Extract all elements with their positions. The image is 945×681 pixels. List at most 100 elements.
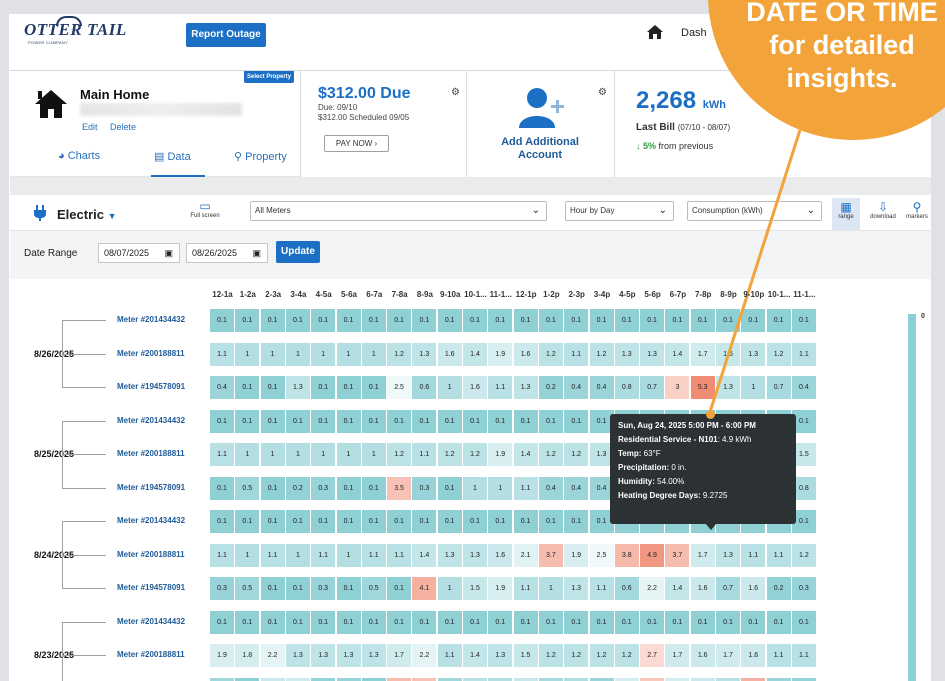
meter-label[interactable]: Meter #201434432 [117, 516, 185, 525]
hour-header[interactable]: 11-1... [488, 290, 513, 299]
heatmap-cell[interactable]: 1 [437, 577, 462, 600]
meter-label[interactable]: Meter #201434432 [117, 315, 185, 324]
heatmap-cell[interactable]: 1 [741, 376, 766, 399]
heatmap-cell[interactable]: 0.1 [437, 309, 462, 332]
heatmap-cell[interactable]: 1.1 [791, 644, 816, 667]
heatmap-cell[interactable]: 0.7 [766, 376, 791, 399]
tab-data[interactable]: ▤ Data [154, 150, 191, 163]
heatmap-cell[interactable]: 1.1 [564, 342, 589, 366]
heatmap-cell[interactable]: 0.1 [437, 610, 462, 634]
heatmap-cell[interactable]: 0.4 [766, 677, 791, 681]
heatmap-cell[interactable]: 0.1 [260, 376, 285, 399]
heatmap-cell[interactable]: 0.1 [437, 409, 462, 433]
heatmap-cell[interactable]: 0.1 [766, 309, 791, 332]
heatmap-cell[interactable]: 1 [463, 476, 487, 500]
heatmap-cell[interactable]: 0.1 [463, 510, 487, 533]
heatmap-cell[interactable]: 3.3 [640, 677, 665, 681]
heatmap-cell[interactable]: 0.3 [210, 577, 234, 600]
heatmap-cell[interactable]: 0.4 [791, 376, 816, 399]
update-button[interactable]: Update [276, 241, 320, 263]
heatmap-cell[interactable]: 0.1 [235, 677, 260, 681]
heatmap-cell[interactable]: 1 [361, 342, 386, 366]
heatmap-cell[interactable]: 1 [235, 342, 260, 366]
heatmap-cell[interactable]: 1 [260, 443, 285, 466]
hour-header[interactable]: 3-4p [590, 290, 615, 299]
heatmap-cell[interactable]: 4.1 [412, 577, 437, 600]
heatmap-cell[interactable]: 1.6 [260, 677, 285, 681]
heatmap-cell[interactable]: 1.6 [741, 577, 766, 600]
heatmap-cell[interactable]: 1.6 [513, 342, 538, 366]
heatmap-cell[interactable]: 1.4 [665, 342, 690, 366]
pay-now-button[interactable]: PAY NOW › [324, 135, 389, 152]
hour-header[interactable]: 8-9p [716, 290, 741, 299]
heatmap-cell[interactable]: 2.1 [513, 543, 538, 567]
heatmap-cell[interactable]: 1.1 [513, 577, 538, 600]
heatmap-cell[interactable]: 0.1 [387, 309, 412, 332]
heatmap-cell[interactable]: 0.1 [235, 510, 260, 533]
heatmap-cell[interactable]: 0.2 [285, 476, 310, 500]
heatmap-cell[interactable]: 1.2 [437, 443, 462, 466]
heatmap-cell[interactable]: 1.3 [741, 342, 766, 366]
heatmap-cell[interactable]: 0.1 [387, 577, 412, 600]
heatmap-cell[interactable]: 1.6 [690, 644, 715, 667]
heatmap-cell[interactable]: 1.5 [463, 577, 487, 600]
heatmap-cell[interactable]: 0.2 [311, 677, 336, 681]
heatmap-cell[interactable]: 0.7 [716, 577, 740, 600]
heatmap-cell[interactable]: 1.5 [513, 644, 538, 667]
heatmap-cell[interactable]: 1.3 [437, 543, 462, 567]
heatmap-cell[interactable]: 1.3 [361, 644, 386, 667]
heatmap-cell[interactable]: 0.1 [361, 510, 386, 533]
heatmap-cell[interactable]: 1.2 [766, 342, 791, 366]
heatmap-cell[interactable]: 1.1 [766, 543, 791, 567]
heatmap-cell[interactable]: 0.8 [614, 376, 639, 399]
heatmap-cell[interactable]: 0.7 [538, 677, 563, 681]
heatmap-cell[interactable]: 1 [336, 342, 361, 366]
heatmap-cell[interactable]: 1.7 [716, 644, 740, 667]
heatmap-cell[interactable]: 1.1 [210, 342, 234, 366]
hour-header[interactable]: 9-10a [438, 290, 463, 299]
heatmap-cell[interactable]: 1.3 [716, 543, 740, 567]
heatmap-cell[interactable]: 0.1 [463, 610, 487, 634]
heatmap-cell[interactable]: 0.1 [336, 376, 361, 399]
heatmap-cell[interactable]: 1.4 [412, 543, 437, 567]
heatmap-cell[interactable]: 0.1 [538, 409, 563, 433]
heatmap-cell[interactable]: 2.7 [640, 644, 665, 667]
heatmap-cell[interactable]: 1 [437, 376, 462, 399]
heatmap-cell[interactable]: 1.1 [311, 543, 336, 567]
download-button[interactable]: ⇩ download [866, 200, 900, 220]
meter-label[interactable]: Meter #200188811 [117, 650, 185, 659]
heatmap-cell[interactable]: 1.3 [285, 376, 310, 399]
heatmap-cell[interactable]: 0.1 [285, 610, 310, 634]
heatmap-cell[interactable]: 0.1 [235, 309, 260, 332]
heatmap-cell[interactable]: 1.2 [614, 644, 639, 667]
heatmap-cell[interactable]: 0.1 [210, 510, 234, 533]
heatmap-cell[interactable]: 1.6 [741, 644, 766, 667]
heatmap-cell[interactable]: 0.1 [361, 376, 386, 399]
heatmap-cell[interactable]: 0.1 [513, 510, 538, 533]
heatmap-cell[interactable]: 0.1 [235, 409, 260, 433]
heatmap-cell[interactable]: 1.1 [412, 443, 437, 466]
heatmap-cell[interactable]: 0.4 [589, 677, 614, 681]
heatmap-cell[interactable]: 1.8 [614, 677, 639, 681]
heatmap-cell[interactable]: 1.1 [387, 543, 412, 567]
meter-label[interactable]: Meter #194578091 [117, 483, 185, 492]
heatmap-cell[interactable]: 1.3 [488, 644, 513, 667]
heatmap-cell[interactable]: 1 [285, 443, 310, 466]
heatmap-cell[interactable]: 0.4 [589, 376, 614, 399]
heatmap-cell[interactable]: 1.2 [791, 543, 816, 567]
meter-label[interactable]: Meter #200188811 [117, 349, 185, 358]
hour-header[interactable]: 6-7p [665, 290, 690, 299]
heatmap-cell[interactable]: 0.1 [336, 476, 361, 500]
heatmap-cell[interactable]: 0.1 [488, 409, 513, 433]
heatmap-cell[interactable]: 0.9 [564, 677, 589, 681]
add-account-icon[interactable] [517, 86, 567, 130]
hour-header[interactable]: 1-2p [539, 290, 564, 299]
heatmap-cell[interactable]: 1.2 [387, 443, 412, 466]
meter-select[interactable]: All Meters ⌄ [250, 201, 547, 221]
hour-header[interactable]: 12-1p [514, 290, 539, 299]
heatmap-cell[interactable]: 0.1 [361, 309, 386, 332]
heatmap-cell[interactable]: 0.1 [564, 409, 589, 433]
hour-header[interactable]: 10-1... [463, 290, 488, 299]
heatmap-cell[interactable]: 1.3 [336, 644, 361, 667]
heatmap-cell[interactable]: 1.9 [564, 543, 589, 567]
